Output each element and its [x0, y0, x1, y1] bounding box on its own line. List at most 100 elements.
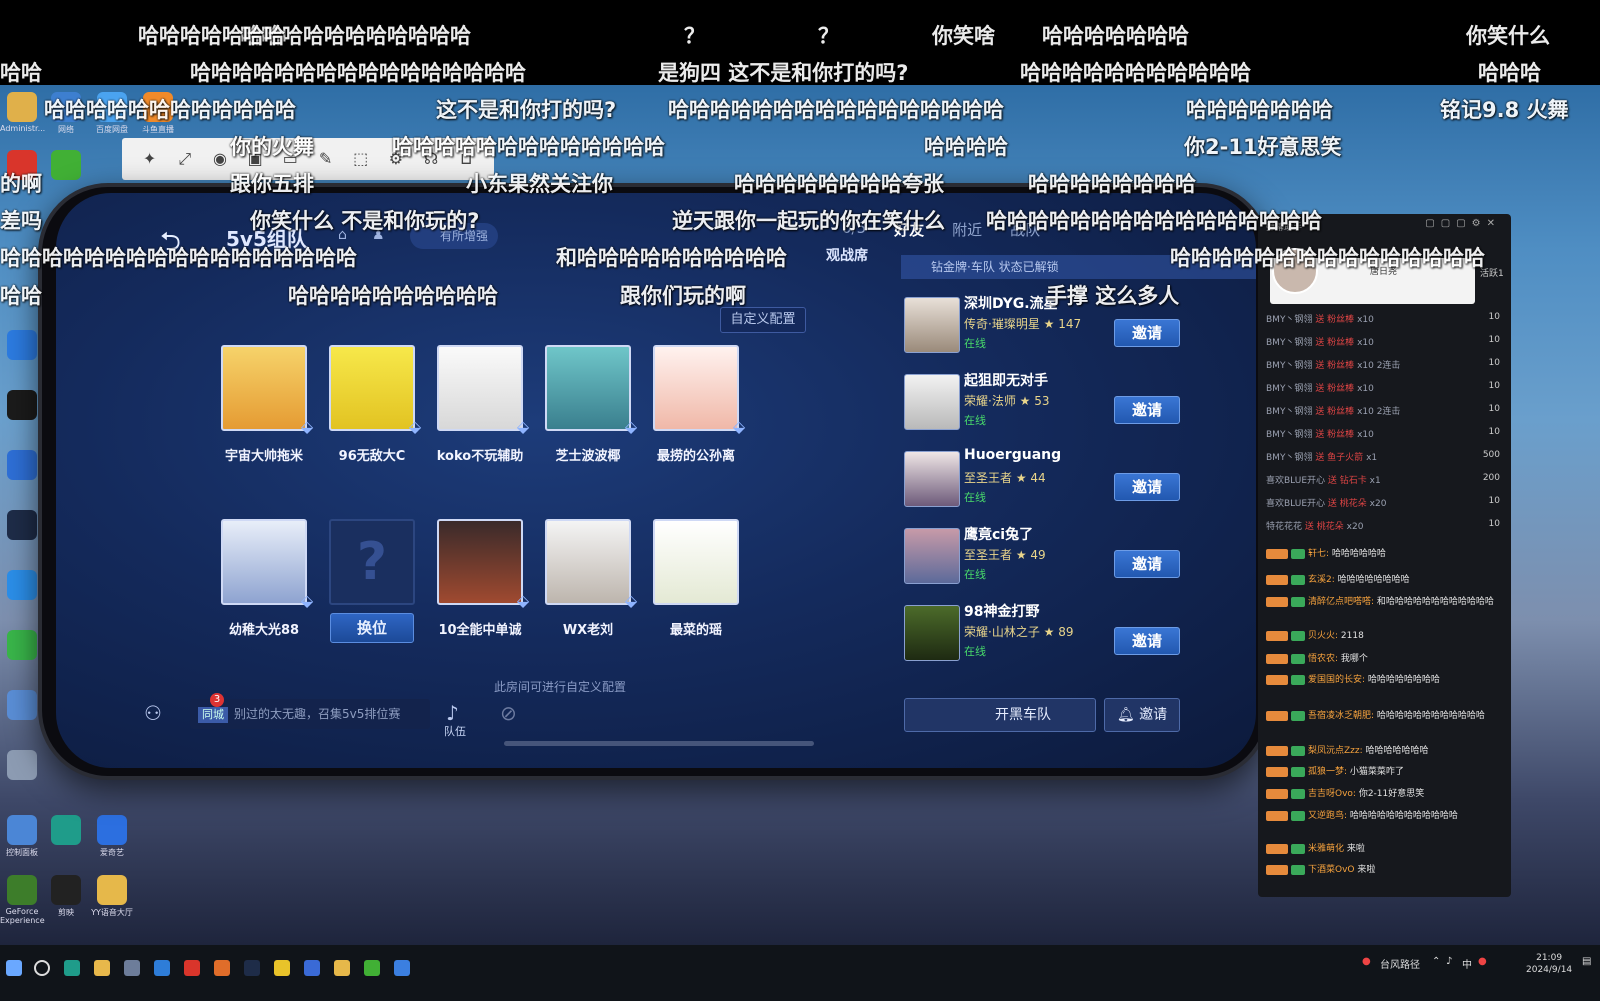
yy-icon: [97, 875, 127, 905]
avatar: [653, 345, 739, 431]
steam-icon[interactable]: [244, 960, 260, 976]
team-up-button[interactable]: 开黑车队: [904, 698, 1096, 732]
crop-icon[interactable]: ⬚: [351, 149, 371, 169]
store-icon[interactable]: [124, 960, 140, 976]
danmaku-comment: 是狗四 这不是和你打的吗?: [658, 61, 909, 85]
desktop-icon-jianying[interactable]: 剪映: [44, 875, 88, 918]
danmaku-comment: ？: [684, 24, 705, 48]
action-center-icon[interactable]: ▤: [1582, 956, 1591, 967]
invite-button[interactable]: 邀请: [1114, 396, 1180, 424]
desktop-icon-iqiyi[interactable]: 爱奇艺: [90, 815, 134, 858]
danmaku-comment: 和哈哈哈哈哈哈哈哈哈哈: [556, 246, 787, 270]
level-badge-icon: [1291, 574, 1305, 585]
pen-icon[interactable]: ✎: [316, 149, 336, 169]
notification-icon[interactable]: ●: [1478, 956, 1487, 967]
edge-icon[interactable]: [64, 960, 80, 976]
input-lang[interactable]: 中: [1462, 956, 1472, 971]
app-icon[interactable]: [214, 960, 230, 976]
play-icon: [7, 630, 37, 660]
chat-input[interactable]: 同城 别过的太无趣，召集5v5排位赛: [190, 699, 430, 729]
capcut-icon: [51, 875, 81, 905]
app-icon[interactable]: [184, 960, 200, 976]
team-slot[interactable]: 最菜的瑶: [648, 519, 744, 638]
team-slot[interactable]: ⬙ koko不玩辅助: [432, 345, 529, 464]
voice-label: 队伍: [444, 725, 466, 738]
team-slot[interactable]: ⬙ 96无敌大C: [324, 345, 421, 464]
app-icon[interactable]: [394, 960, 410, 976]
chrome-icon[interactable]: [274, 960, 290, 976]
chat-message: 悟农农: 我哪个: [1266, 651, 1506, 664]
app-icon[interactable]: [304, 960, 320, 976]
danmaku-comment: 哈哈哈哈哈哈哈: [1042, 24, 1189, 48]
danmaku-comment: 哈哈: [0, 284, 42, 308]
invite-button[interactable]: 邀请: [1114, 627, 1180, 655]
danmaku-comment: 哈哈哈哈哈哈哈哈哈哈哈哈哈哈哈哈: [190, 61, 526, 85]
level-badge-icon: [1291, 843, 1305, 854]
clock[interactable]: 21:09 2024/9/14: [1526, 952, 1572, 976]
yy-icon[interactable]: [334, 960, 350, 976]
friend-row: 98神金打野 荣耀·山林之子 ★ 89 在线 邀请: [904, 601, 1194, 671]
location-icon[interactable]: ●: [1362, 956, 1371, 967]
gift-row: 喜欢BLUE开心 送 桃花朵 x20 10: [1266, 496, 1500, 509]
desktop-icon-geforce[interactable]: GeForce Experience: [0, 875, 45, 925]
level-badge-icon: [1291, 674, 1305, 685]
mic-muted-icon[interactable]: ⊘: [500, 701, 517, 725]
danmaku-comment: 哈哈哈哈哈哈哈哈哈哈哈哈哈: [392, 135, 665, 159]
desktop-icon-edge2[interactable]: [44, 815, 88, 847]
desktop-icon-control[interactable]: 控制面板: [0, 815, 44, 858]
chat-channel-tag[interactable]: 同城: [198, 707, 228, 723]
weather-label[interactable]: 台风路径: [1380, 956, 1420, 971]
pin-icon[interactable]: ✦: [140, 149, 160, 169]
chat-message: 清醉亿点吧嗒嗒: 和哈哈哈哈哈哈哈哈哈哈哈哈: [1266, 594, 1506, 607]
desktop-icon-recycle[interactable]: [0, 750, 44, 782]
team-slot[interactable]: ⬙ 芝士波波椰: [540, 345, 637, 464]
tray-arrow-icon[interactable]: ⌃: [1432, 956, 1440, 967]
window-controls[interactable]: ▢▢▢⚙✕: [1425, 218, 1501, 229]
avatar: [653, 519, 739, 605]
danmaku-comment: 你笑啥: [932, 24, 995, 48]
empty-slot[interactable]: ? 换位: [324, 519, 420, 643]
expand-icon[interactable]: ⤢: [175, 149, 195, 169]
rank-badge-icon: ⬙: [300, 591, 314, 610]
speaker-icon[interactable]: ♪: [446, 701, 459, 725]
chat-message: 玄溪2: 哈哈哈哈哈哈哈哈: [1266, 572, 1506, 585]
team-slot[interactable]: ⬙ 最捞的公孙离: [648, 345, 745, 464]
rank-badge-icon: ⬙: [516, 591, 530, 610]
fan-badge-icon: [1266, 710, 1288, 721]
chat-message: 又逆跑鸟: 哈哈哈哈哈哈哈哈哈哈哈哈: [1266, 808, 1506, 821]
desktop-icon-wechat[interactable]: [44, 150, 88, 182]
tab-nearby[interactable]: 附近: [952, 219, 982, 247]
danmaku-comment: 你笑什么 不是和你玩的?: [250, 209, 480, 233]
team-slot[interactable]: ⬙ WX老刘: [540, 519, 637, 638]
nvidia-icon: [7, 875, 37, 905]
avatar: [545, 345, 631, 431]
team-slot[interactable]: ⬙ 10全能中单诚: [432, 519, 529, 638]
rank-label: 传奇·璀璨明星 ★ 147: [964, 317, 1082, 331]
desktop-icon-yy[interactable]: YY语音大厅: [90, 875, 134, 918]
swap-button[interactable]: 换位: [330, 613, 414, 643]
windows-start-icon[interactable]: [6, 960, 22, 976]
danmaku-comment: 手撑 这么多人: [1046, 284, 1180, 308]
invite-all-button[interactable]: 🔔︎ 邀请: [1104, 698, 1180, 732]
invite-button[interactable]: 邀请: [1114, 319, 1180, 347]
custom-config-button[interactable]: 自定义配置: [720, 307, 806, 333]
mail-icon[interactable]: [154, 960, 170, 976]
spectate-button[interactable]: 观战席: [826, 245, 868, 265]
friend-row: 鹰竟ci兔了 至圣王者 ★ 49 在线 邀请: [904, 524, 1194, 594]
add-friend-icon[interactable]: ⚇: [144, 701, 162, 725]
search-icon[interactable]: [34, 960, 50, 976]
invite-button[interactable]: 邀请: [1114, 550, 1180, 578]
rank-label: 荣耀·法师 ★ 53: [964, 394, 1050, 408]
desktop-icon-admin[interactable]: Administr...: [0, 92, 45, 133]
fan-badge-icon: [1266, 596, 1288, 607]
team-slot[interactable]: ⬙ 幼稚大光88: [216, 519, 313, 638]
qq-icon: [7, 390, 37, 420]
volume-icon[interactable]: ♪: [1446, 956, 1452, 967]
fan-badge-icon: [1266, 653, 1288, 664]
wechat-icon[interactable]: [364, 960, 380, 976]
team-slot[interactable]: ⬙ 宇宙大帅拖米: [216, 345, 313, 464]
folder-icon[interactable]: [94, 960, 110, 976]
invite-button[interactable]: 邀请: [1114, 473, 1180, 501]
avatar: [437, 345, 523, 431]
camera-icon[interactable]: ◉: [210, 149, 230, 169]
